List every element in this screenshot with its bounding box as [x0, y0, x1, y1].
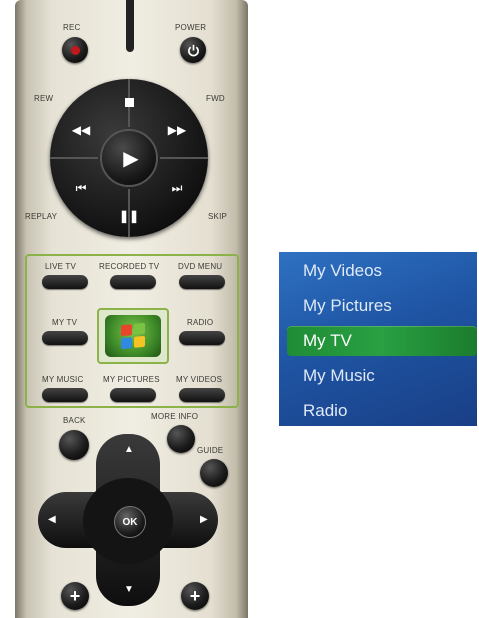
ok-button[interactable]: OK [114, 506, 146, 538]
power-button[interactable] [180, 37, 206, 63]
skip-label: SKIP [208, 212, 228, 221]
rec-icon [70, 45, 80, 55]
more-info-label: MORE INFO [151, 412, 199, 421]
recorded-tv-button[interactable] [110, 275, 156, 289]
my-tv-label: MY TV [52, 318, 78, 327]
rewind-icon: ◀◀ [71, 123, 91, 137]
skip-button[interactable]: ⏭ [160, 173, 194, 203]
skip-back-icon: ⏮ [75, 180, 87, 195]
volume-up-button[interactable]: + [61, 582, 89, 610]
plus-icon: + [189, 585, 201, 606]
left-arrow-button[interactable]: ◀ [48, 514, 56, 525]
stop-icon [124, 97, 134, 107]
play-icon: ▶ [123, 147, 139, 170]
power-icon [187, 44, 199, 56]
replay-label: REPLAY [25, 212, 58, 221]
right-arrow-button[interactable]: ▶ [200, 514, 208, 525]
my-music-button[interactable] [42, 388, 88, 402]
fwd-label: FWD [206, 94, 225, 103]
my-videos-label: MY VIDEOS [176, 375, 223, 384]
live-tv-button[interactable] [42, 275, 88, 289]
menu-item-radio[interactable]: Radio [303, 401, 347, 421]
transport-ring: ◀◀ ▶▶ ⏮ ⏭ ❚❚ ▶ [50, 79, 208, 237]
media-center-menu: My Videos My Pictures My TV My Music Rad… [279, 252, 477, 426]
channel-up-button[interactable]: + [181, 582, 209, 610]
navigation-pad: ▲ ▼ ◀ ▶ OK [38, 434, 218, 606]
recorded-tv-label: RECORDED TV [99, 262, 160, 271]
my-tv-button[interactable] [42, 331, 88, 345]
dvd-menu-label: DVD MENU [178, 262, 223, 271]
play-button[interactable]: ▶ [100, 129, 158, 187]
up-arrow-icon: ▲ [124, 444, 134, 455]
left-arrow-icon: ◀ [48, 514, 56, 525]
skip-forward-icon: ⏭ [171, 180, 183, 195]
up-arrow-button[interactable]: ▲ [124, 444, 134, 455]
down-arrow-icon: ▼ [124, 584, 134, 595]
plus-icon: + [69, 585, 81, 606]
down-arrow-button[interactable]: ▼ [124, 584, 134, 595]
power-label: POWER [175, 23, 207, 32]
fast-forward-button[interactable]: ▶▶ [160, 115, 194, 145]
right-arrow-icon: ▶ [200, 514, 208, 525]
remote-control: REC POWER REW FWD ◀◀ ▶▶ ⏮ ⏭ ❚❚ ▶ REPLAY … [15, 0, 248, 618]
rewind-button[interactable]: ◀◀ [64, 115, 98, 145]
menu-item-my-music[interactable]: My Music [303, 366, 375, 386]
radio-label: RADIO [187, 318, 214, 327]
start-button[interactable] [105, 315, 161, 357]
my-pictures-button[interactable] [110, 388, 156, 402]
radio-button[interactable] [179, 331, 225, 345]
start-button-frame [97, 308, 169, 364]
windows-start-icon [121, 322, 145, 350]
rew-label: REW [34, 94, 54, 103]
pause-icon: ❚❚ [118, 209, 140, 223]
pause-button[interactable]: ❚❚ [110, 201, 148, 231]
back-label: BACK [63, 416, 86, 425]
rec-label: REC [63, 23, 81, 32]
my-videos-button[interactable] [179, 388, 225, 402]
my-pictures-label: MY PICTURES [103, 375, 160, 384]
live-tv-label: LIVE TV [45, 262, 77, 271]
rec-button[interactable] [62, 37, 88, 63]
replay-button[interactable]: ⏮ [64, 173, 98, 203]
ir-window [126, 0, 134, 52]
menu-item-my-pictures[interactable]: My Pictures [303, 296, 392, 316]
my-music-label: MY MUSIC [42, 375, 84, 384]
menu-item-my-tv[interactable]: My TV [303, 331, 352, 351]
dvd-menu-button[interactable] [179, 275, 225, 289]
fast-forward-icon: ▶▶ [167, 123, 187, 137]
stop-button[interactable] [110, 87, 148, 117]
menu-item-my-videos[interactable]: My Videos [303, 261, 382, 281]
